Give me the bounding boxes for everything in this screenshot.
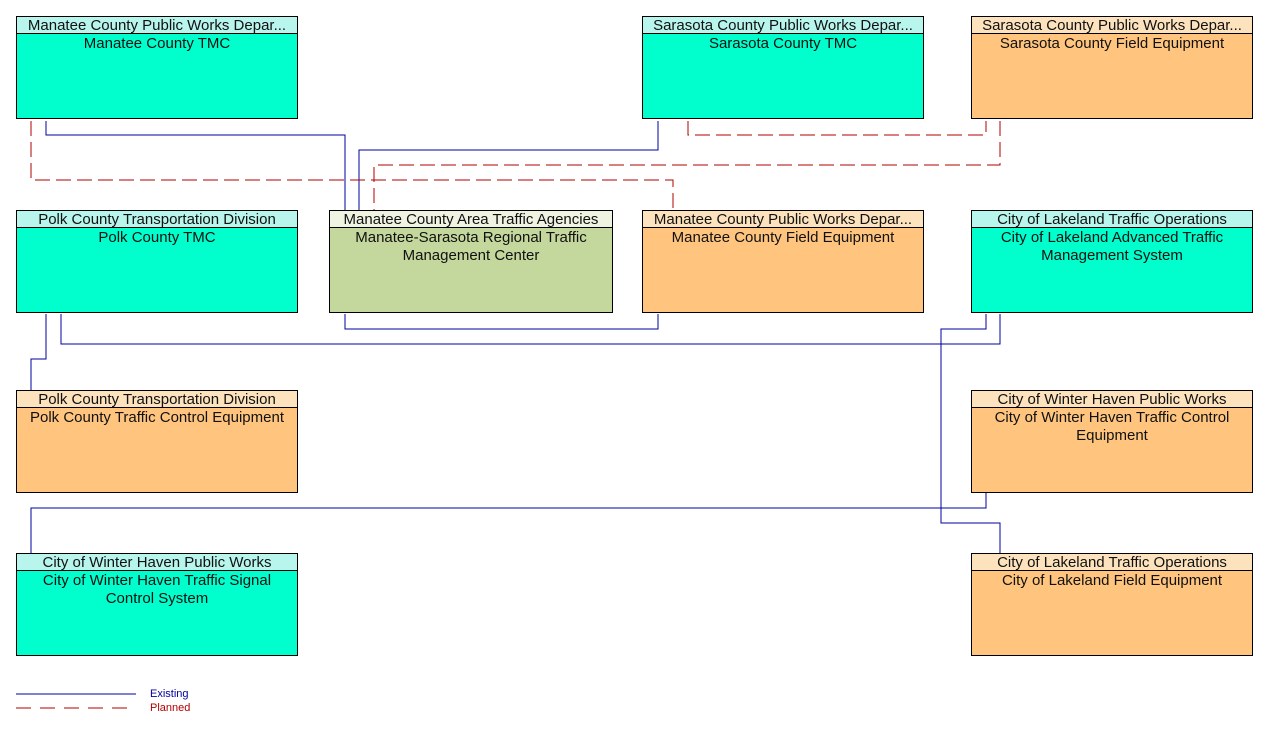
node-name: Polk County Traffic Control Equipment [29, 409, 284, 426]
node-manatee-tmc[interactable]: Manatee County Public Works Depar... Man… [16, 16, 298, 119]
node-name: Sarasota County TMC [708, 35, 858, 52]
node-name: City of Lakeland Field Equipment [1001, 572, 1223, 589]
node-owner: City of Winter Haven Public Works [17, 554, 297, 571]
flow-manatee-tmc-to-regional-tmc[interactable] [45, 121, 346, 210]
node-owner: City of Lakeland Traffic Operations [972, 211, 1252, 228]
flow-regional-tmc-to-manatee-field[interactable] [344, 314, 659, 330]
node-owner: Manatee County Public Works Depar... [643, 211, 923, 228]
legend-existing-label: Existing [150, 688, 189, 700]
flow-polk-tmc-to-polk-tce[interactable] [30, 314, 47, 390]
node-owner: Sarasota County Public Works Depar... [972, 17, 1252, 34]
node-regional-tmc[interactable]: Manatee County Area Traffic Agencies Man… [329, 210, 613, 313]
node-name: City of Winter Haven Traffic Signal Cont… [42, 572, 272, 607]
node-name: Manatee County TMC [83, 35, 231, 52]
node-name: Manatee-Sarasota Regional Traffic Manage… [355, 229, 587, 264]
flow-sarasota-tmc-to-sarasota-field[interactable] [687, 121, 987, 136]
node-polk-tmc[interactable]: Polk County Transportation Division Polk… [16, 210, 298, 313]
node-name: Sarasota County Field Equipment [999, 35, 1225, 52]
node-owner: City of Winter Haven Public Works [972, 391, 1252, 408]
flow-sarasota-field-to-regional-tmc[interactable] [373, 121, 1001, 210]
node-polk-tce[interactable]: Polk County Transportation Division Polk… [16, 390, 298, 493]
node-owner: Manatee County Area Traffic Agencies [330, 211, 612, 228]
node-owner: City of Lakeland Traffic Operations [972, 554, 1252, 571]
node-name: Polk County TMC [98, 229, 216, 246]
node-manatee-field[interactable]: Manatee County Public Works Depar... Man… [642, 210, 924, 313]
node-winterhaven-tce[interactable]: City of Winter Haven Public Works City o… [971, 390, 1253, 493]
node-name: Manatee County Field Equipment [671, 229, 895, 246]
node-owner: Polk County Transportation Division [17, 391, 297, 408]
node-owner: Sarasota County Public Works Depar... [643, 17, 923, 34]
node-owner: Manatee County Public Works Depar... [17, 17, 297, 34]
node-winterhaven-tscs[interactable]: City of Winter Haven Public Works City o… [16, 553, 298, 656]
node-lakeland-field[interactable]: City of Lakeland Traffic Operations City… [971, 553, 1253, 656]
flow-winterhaven-tce-to-winterhaven-tscs[interactable] [30, 493, 987, 553]
legend-lines [16, 693, 136, 709]
node-sarasota-field[interactable]: Sarasota County Public Works Depar... Sa… [971, 16, 1253, 119]
node-lakeland-atms[interactable]: City of Lakeland Traffic Operations City… [971, 210, 1253, 313]
node-owner: Polk County Transportation Division [17, 211, 297, 228]
node-name: City of Winter Haven Traffic Control Equ… [994, 409, 1230, 444]
node-name: City of Lakeland Advanced Traffic Manage… [1000, 229, 1224, 264]
node-sarasota-tmc[interactable]: Sarasota County Public Works Depar... Sa… [642, 16, 924, 119]
legend-planned-label: Planned [150, 702, 191, 714]
